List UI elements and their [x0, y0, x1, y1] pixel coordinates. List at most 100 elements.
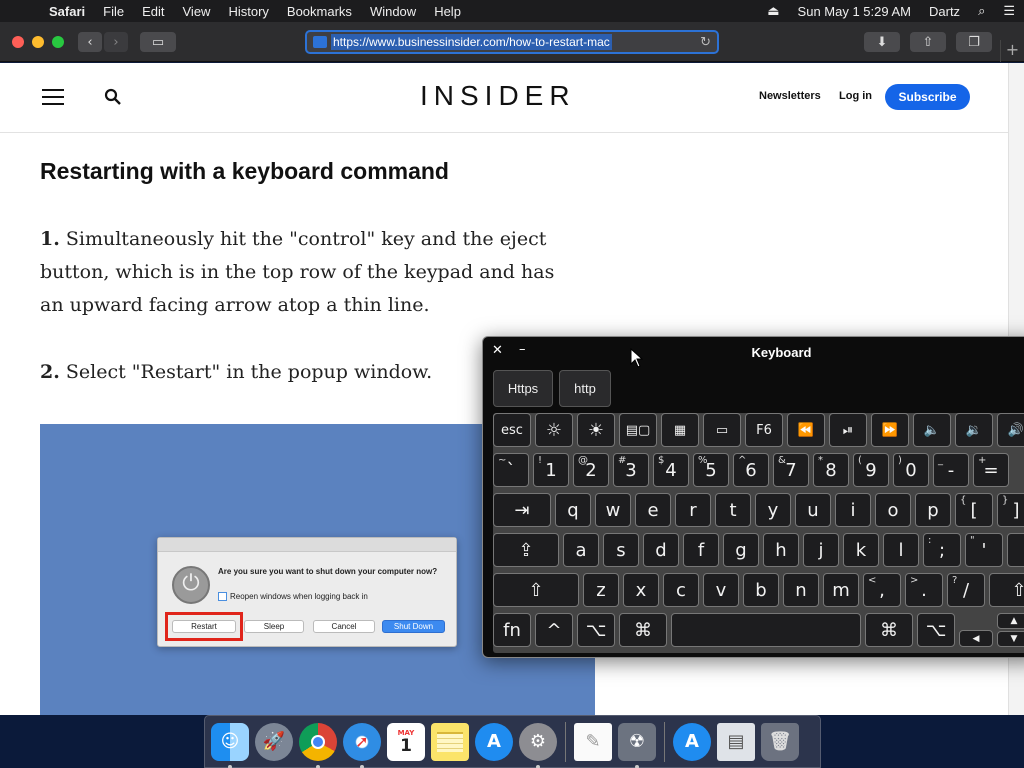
key-n[interactable]: n	[783, 573, 819, 607]
key-num-11[interactable]: _ -	[933, 453, 969, 487]
suggestion-http[interactable]: http	[559, 370, 611, 407]
key-comma[interactable]: <,	[863, 573, 901, 607]
key-u[interactable]: u	[795, 493, 831, 527]
close-window-button[interactable]	[12, 36, 24, 48]
app-store-folder-icon[interactable]: A	[673, 722, 711, 761]
site-logo[interactable]: INSIDER	[420, 80, 576, 112]
key-f6[interactable]: F6	[745, 413, 783, 447]
new-tab-button[interactable]: +	[1000, 40, 1024, 62]
key-h[interactable]: h	[763, 533, 799, 567]
key-control[interactable]: ^	[535, 613, 573, 647]
key-slash[interactable]: ? /	[947, 573, 985, 607]
keyboard-minimize-icon[interactable]: –	[519, 342, 526, 357]
notes-icon[interactable]	[431, 722, 469, 761]
key-a[interactable]: a	[563, 533, 599, 567]
brightness-down-icon[interactable]: ☼	[535, 413, 573, 447]
key-esc[interactable]: esc	[493, 413, 531, 447]
key-quote[interactable]: " '	[965, 533, 1003, 567]
eject-icon[interactable]: ⏏	[758, 3, 788, 19]
forward-button[interactable]: ›	[104, 32, 128, 52]
launchpad-rocket-icon[interactable]: 🚀	[255, 722, 293, 761]
menu-window[interactable]: Window	[361, 4, 425, 19]
key-num-3[interactable]: #3	[613, 453, 649, 487]
finder-icon[interactable]: ☺	[211, 722, 249, 768]
brightness-up-icon[interactable]: ☀	[577, 413, 615, 447]
key-y[interactable]: y	[755, 493, 791, 527]
menu-bookmarks[interactable]: Bookmarks	[278, 4, 361, 19]
key-num-7[interactable]: & 7	[773, 453, 809, 487]
menu-clock[interactable]: Sun May 1 5:29 AM	[789, 4, 920, 19]
key-d[interactable]: d	[643, 533, 679, 567]
key-m[interactable]: m	[823, 573, 859, 607]
zoom-window-button[interactable]	[52, 36, 64, 48]
key-s[interactable]: s	[603, 533, 639, 567]
share-button[interactable]: ⇧	[910, 32, 946, 52]
key-o[interactable]: o	[875, 493, 911, 527]
notification-center-icon[interactable]: ☰	[994, 3, 1024, 19]
play-pause-icon[interactable]: ⏯	[829, 413, 867, 447]
key-j[interactable]: j	[803, 533, 839, 567]
key-num-9[interactable]: (9	[853, 453, 889, 487]
login-link[interactable]: Log in	[839, 90, 872, 102]
key-num-0[interactable]: ~ `	[493, 453, 529, 487]
key-option-right[interactable]: ⌥	[917, 613, 955, 647]
key-space[interactable]	[671, 613, 861, 647]
key-num-8[interactable]: * 8	[813, 453, 849, 487]
key-num-6[interactable]: ^ 6	[733, 453, 769, 487]
key-option-left[interactable]: ⌥	[577, 613, 615, 647]
textedit-icon[interactable]: ✎	[574, 722, 612, 761]
key-x[interactable]: x	[623, 573, 659, 607]
rewind-icon[interactable]: ⏪	[787, 413, 825, 447]
key-num-2[interactable]: @2	[573, 453, 609, 487]
launchpad-icon[interactable]: ▦	[661, 413, 699, 447]
key-q[interactable]: q	[555, 493, 591, 527]
key-v[interactable]: v	[703, 573, 739, 607]
address-url[interactable]: https://www.businessinsider.com/how-to-r…	[331, 34, 612, 50]
key-arrow-up[interactable]: ▲	[997, 613, 1024, 629]
key-p[interactable]: p	[915, 493, 951, 527]
volume-up-icon[interactable]: 🔊	[997, 413, 1024, 447]
mission-control-icon[interactable]: ▤▢	[619, 413, 657, 447]
key-r[interactable]: r	[675, 493, 711, 527]
menu-help[interactable]: Help	[425, 4, 470, 19]
app-store-icon[interactable]: A	[475, 722, 513, 761]
key-l[interactable]: l	[883, 533, 919, 567]
key-arrow-down[interactable]: ▼	[997, 631, 1024, 647]
menu-app-name[interactable]: Safari	[40, 4, 94, 19]
key-bracket-right[interactable]: }]	[997, 493, 1024, 527]
key-return[interactable]	[1007, 533, 1024, 567]
newsletters-link[interactable]: Newsletters	[759, 90, 821, 102]
system-preferences-icon[interactable]: ⚙	[519, 722, 557, 768]
mute-icon[interactable]: 🔈	[913, 413, 951, 447]
key-fn[interactable]: fn	[493, 613, 531, 647]
search-icon[interactable]	[104, 88, 122, 106]
key-command-right[interactable]: ⌘	[865, 613, 913, 647]
menu-edit[interactable]: Edit	[133, 4, 173, 19]
key-command-left[interactable]: ⌘	[619, 613, 667, 647]
back-button[interactable]: ‹	[78, 32, 102, 52]
menu-history[interactable]: History	[219, 4, 277, 19]
key-shift-left[interactable]: ⇧	[493, 573, 579, 607]
tabs-overview-button[interactable]: ❐	[956, 32, 992, 52]
key-arrow-left[interactable]: ◀	[959, 630, 993, 647]
key-semicolon[interactable]: :;	[923, 533, 961, 567]
key-shift-right[interactable]: ⇧	[989, 573, 1024, 607]
key-b[interactable]: b	[743, 573, 779, 607]
key-tab[interactable]: ⇥	[493, 493, 551, 527]
hamburger-menu-icon[interactable]	[42, 89, 64, 105]
volume-down-icon[interactable]: 🔉	[955, 413, 993, 447]
spotlight-icon[interactable]: ⌕	[969, 3, 994, 19]
key-t[interactable]: t	[715, 493, 751, 527]
key-w[interactable]: w	[595, 493, 631, 527]
key-period[interactable]: >.	[905, 573, 943, 607]
address-bar[interactable]: https://www.businessinsider.com/how-to-r…	[305, 30, 719, 54]
sidebar-button[interactable]: ▭	[140, 32, 176, 52]
key-num-10[interactable]: ) 0	[893, 453, 929, 487]
downloads-button[interactable]: ⬇	[864, 32, 900, 52]
minimize-window-button[interactable]	[32, 36, 44, 48]
trash-icon[interactable]: 🗑	[761, 722, 799, 761]
automator-icon[interactable]: ☢	[618, 722, 656, 768]
suggestion-https[interactable]: Https	[493, 370, 553, 407]
fast-forward-icon[interactable]: ⏩	[871, 413, 909, 447]
keyboard-backlight-icon[interactable]: ▭	[703, 413, 741, 447]
